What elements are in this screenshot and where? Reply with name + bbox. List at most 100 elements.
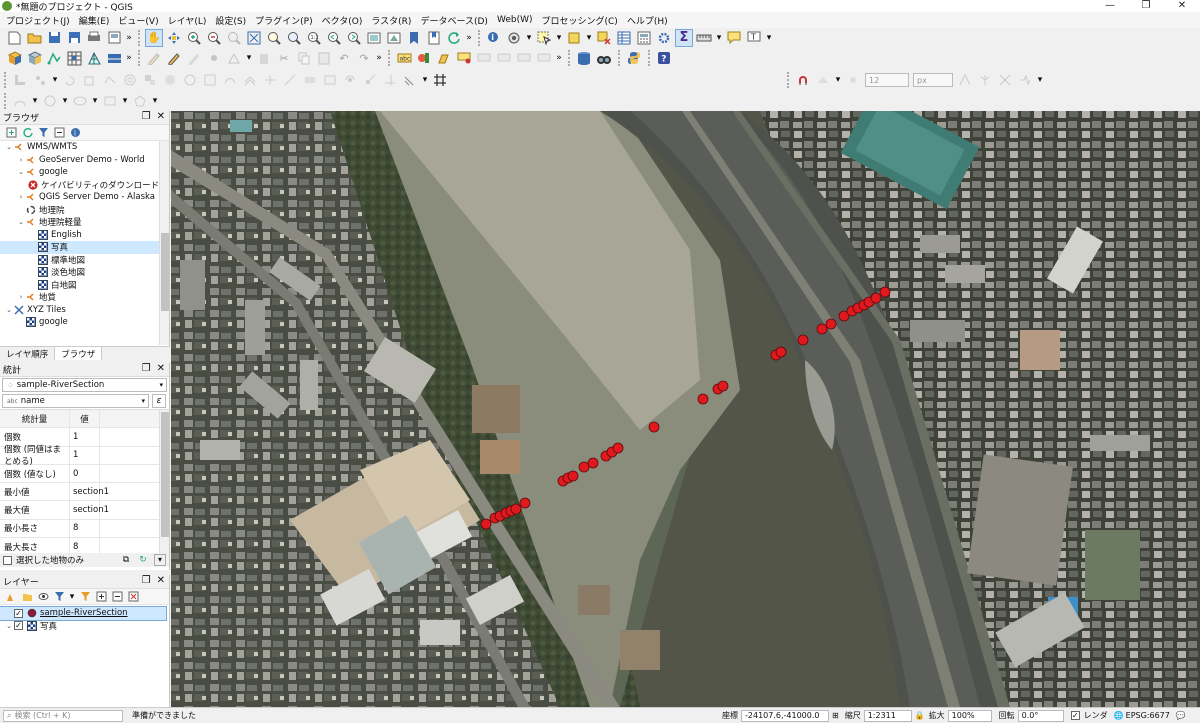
new-project-icon[interactable] [5,29,23,47]
advanced-digitize-icon[interactable] [11,71,29,89]
select-by-value-dropdown-icon[interactable]: ▾ [584,33,594,43]
maximize-button[interactable]: ❐ [1128,0,1164,12]
expand-arrow-icon[interactable]: ⌄ [16,168,26,176]
expand-arrow-icon[interactable]: ⌄ [4,143,14,151]
browser-item[interactable]: 地理院 [0,204,160,217]
measure-dropdown-icon[interactable]: ▾ [714,33,724,43]
layout-manager-icon[interactable] [105,29,123,47]
add-circular-string-icon[interactable] [11,92,29,110]
browser-item[interactable]: 写真 [0,241,160,254]
crs-icon[interactable]: 🌐 [1114,711,1124,720]
river-section-point[interactable] [519,497,531,509]
river-section-point[interactable] [612,442,624,454]
select-dropdown-icon[interactable]: ▾ [554,33,564,43]
menu-web[interactable]: Web(W) [494,15,539,25]
deselect-all-icon[interactable] [595,29,613,47]
add-ring-icon[interactable] [121,71,139,89]
crs-button[interactable]: EPSG:6677 [1126,711,1170,720]
lock-scale-icon[interactable]: 🔒 [915,711,925,720]
browser-item[interactable]: 淡色地図 [0,266,160,279]
browser-scrollbar[interactable] [159,141,169,345]
expand-arrow-icon[interactable]: ⌄ [16,218,26,226]
river-section-point[interactable] [825,318,837,330]
close-panel-icon[interactable]: ✕ [157,111,165,122]
add-vector-layer-icon[interactable] [45,49,63,67]
toggle-editing-icon[interactable] [165,49,183,67]
statistical-summary-icon[interactable]: Σ [675,28,693,47]
add-group-icon[interactable] [20,590,34,604]
browser-scroll-thumb[interactable] [161,233,169,311]
delete-part-icon[interactable] [201,71,219,89]
rotate-label-icon[interactable] [515,49,533,67]
ellipse-dropdown-icon[interactable]: ▾ [90,96,100,106]
menu-edit[interactable]: 編集(E) [76,14,116,27]
reverse-line-icon[interactable] [401,71,419,89]
filter-by-expression-icon[interactable] [78,590,92,604]
current-edits-icon[interactable] [145,49,163,67]
toolbar-grip[interactable] [4,93,8,109]
browser-item[interactable]: ⌄ google [0,166,160,179]
river-section-point[interactable] [717,380,729,392]
measure-icon[interactable] [695,29,713,47]
layer-visibility-checkbox[interactable]: ✓ [14,608,23,618]
browser-item[interactable]: › 地質 [0,291,160,304]
spatial-bookmark-icon[interactable] [405,29,423,47]
enable-snapping-icon[interactable] [794,71,812,89]
menu-raster[interactable]: ラスタ(R) [368,14,417,27]
move-label-icon[interactable] [495,49,513,67]
layer-labeling-icon[interactable]: abc [395,49,413,67]
toolbar-grip[interactable] [787,72,791,88]
browser-item[interactable]: English [0,229,160,242]
map-tips-icon[interactable] [725,29,743,47]
river-section-point[interactable] [816,323,828,335]
snapping-grid-icon[interactable] [431,71,449,89]
copy-features-icon[interactable] [295,49,313,67]
browser-item[interactable]: ⌄ 地理院軽量 [0,216,160,229]
snap-layers-icon[interactable] [814,71,832,89]
add-selected-layers-icon[interactable] [4,126,18,140]
reshape-features-icon[interactable] [221,71,239,89]
split-parts-icon[interactable] [281,71,299,89]
river-section-point[interactable] [510,503,522,515]
locator-search[interactable]: ⌕ 検索 (Ctrl + K) [3,709,123,722]
river-section-point[interactable] [797,334,809,346]
bookmarks-manager-icon[interactable] [425,29,443,47]
field-calculator-icon[interactable] [635,29,653,47]
pan-icon[interactable]: ✋ [145,28,163,47]
refresh-statistics-icon[interactable]: ↻ [137,554,149,566]
menu-layer[interactable]: レイヤ(L) [165,14,213,27]
add-rectangle-icon[interactable] [101,92,119,110]
zoom-to-layer-icon[interactable] [285,29,303,47]
pin-labels-icon[interactable] [455,49,473,67]
add-raster-layer-icon[interactable] [65,49,83,67]
circle-dropdown-icon[interactable]: ▾ [60,96,70,106]
add-circle-icon[interactable] [41,92,59,110]
close-panel-icon[interactable]: ✕ [157,363,165,374]
simplify-feature-icon[interactable] [101,71,119,89]
snap-layers-dropdown-icon[interactable]: ▾ [833,75,843,85]
toolbar-grip[interactable] [4,72,8,88]
python-console-icon[interactable] [625,49,643,67]
save-project-icon[interactable] [45,29,63,47]
menu-project[interactable]: プロジェクト(J) [3,14,76,27]
browser-item[interactable]: google [0,316,160,329]
circular-dropdown-icon[interactable]: ▾ [30,96,40,106]
menu-settings[interactable]: 設定(S) [212,14,252,27]
zoom-rubberband-icon[interactable] [225,29,243,47]
menu-database[interactable]: データベース(D) [417,14,494,27]
statistics-menu-icon[interactable]: ▾ [154,554,166,566]
save-edits-icon[interactable] [185,49,203,67]
expression-icon[interactable]: ε [152,394,166,408]
zoom-next-icon[interactable] [345,29,363,47]
add-point-feature-icon[interactable] [205,49,223,67]
select-by-value-icon[interactable] [565,29,583,47]
add-wms-layer-icon[interactable] [105,49,123,67]
save-as-icon[interactable] [65,29,83,47]
scale-combo[interactable]: 1:2311 [863,709,912,722]
menu-processing[interactable]: プロセッシング(C) [539,14,624,27]
select-features-icon[interactable] [535,29,553,47]
merge-attributes-icon[interactable] [321,71,339,89]
print-layout-icon[interactable] [85,29,103,47]
offset-point-symbols-icon[interactable] [361,71,379,89]
rotate-feature-icon[interactable] [61,71,79,89]
